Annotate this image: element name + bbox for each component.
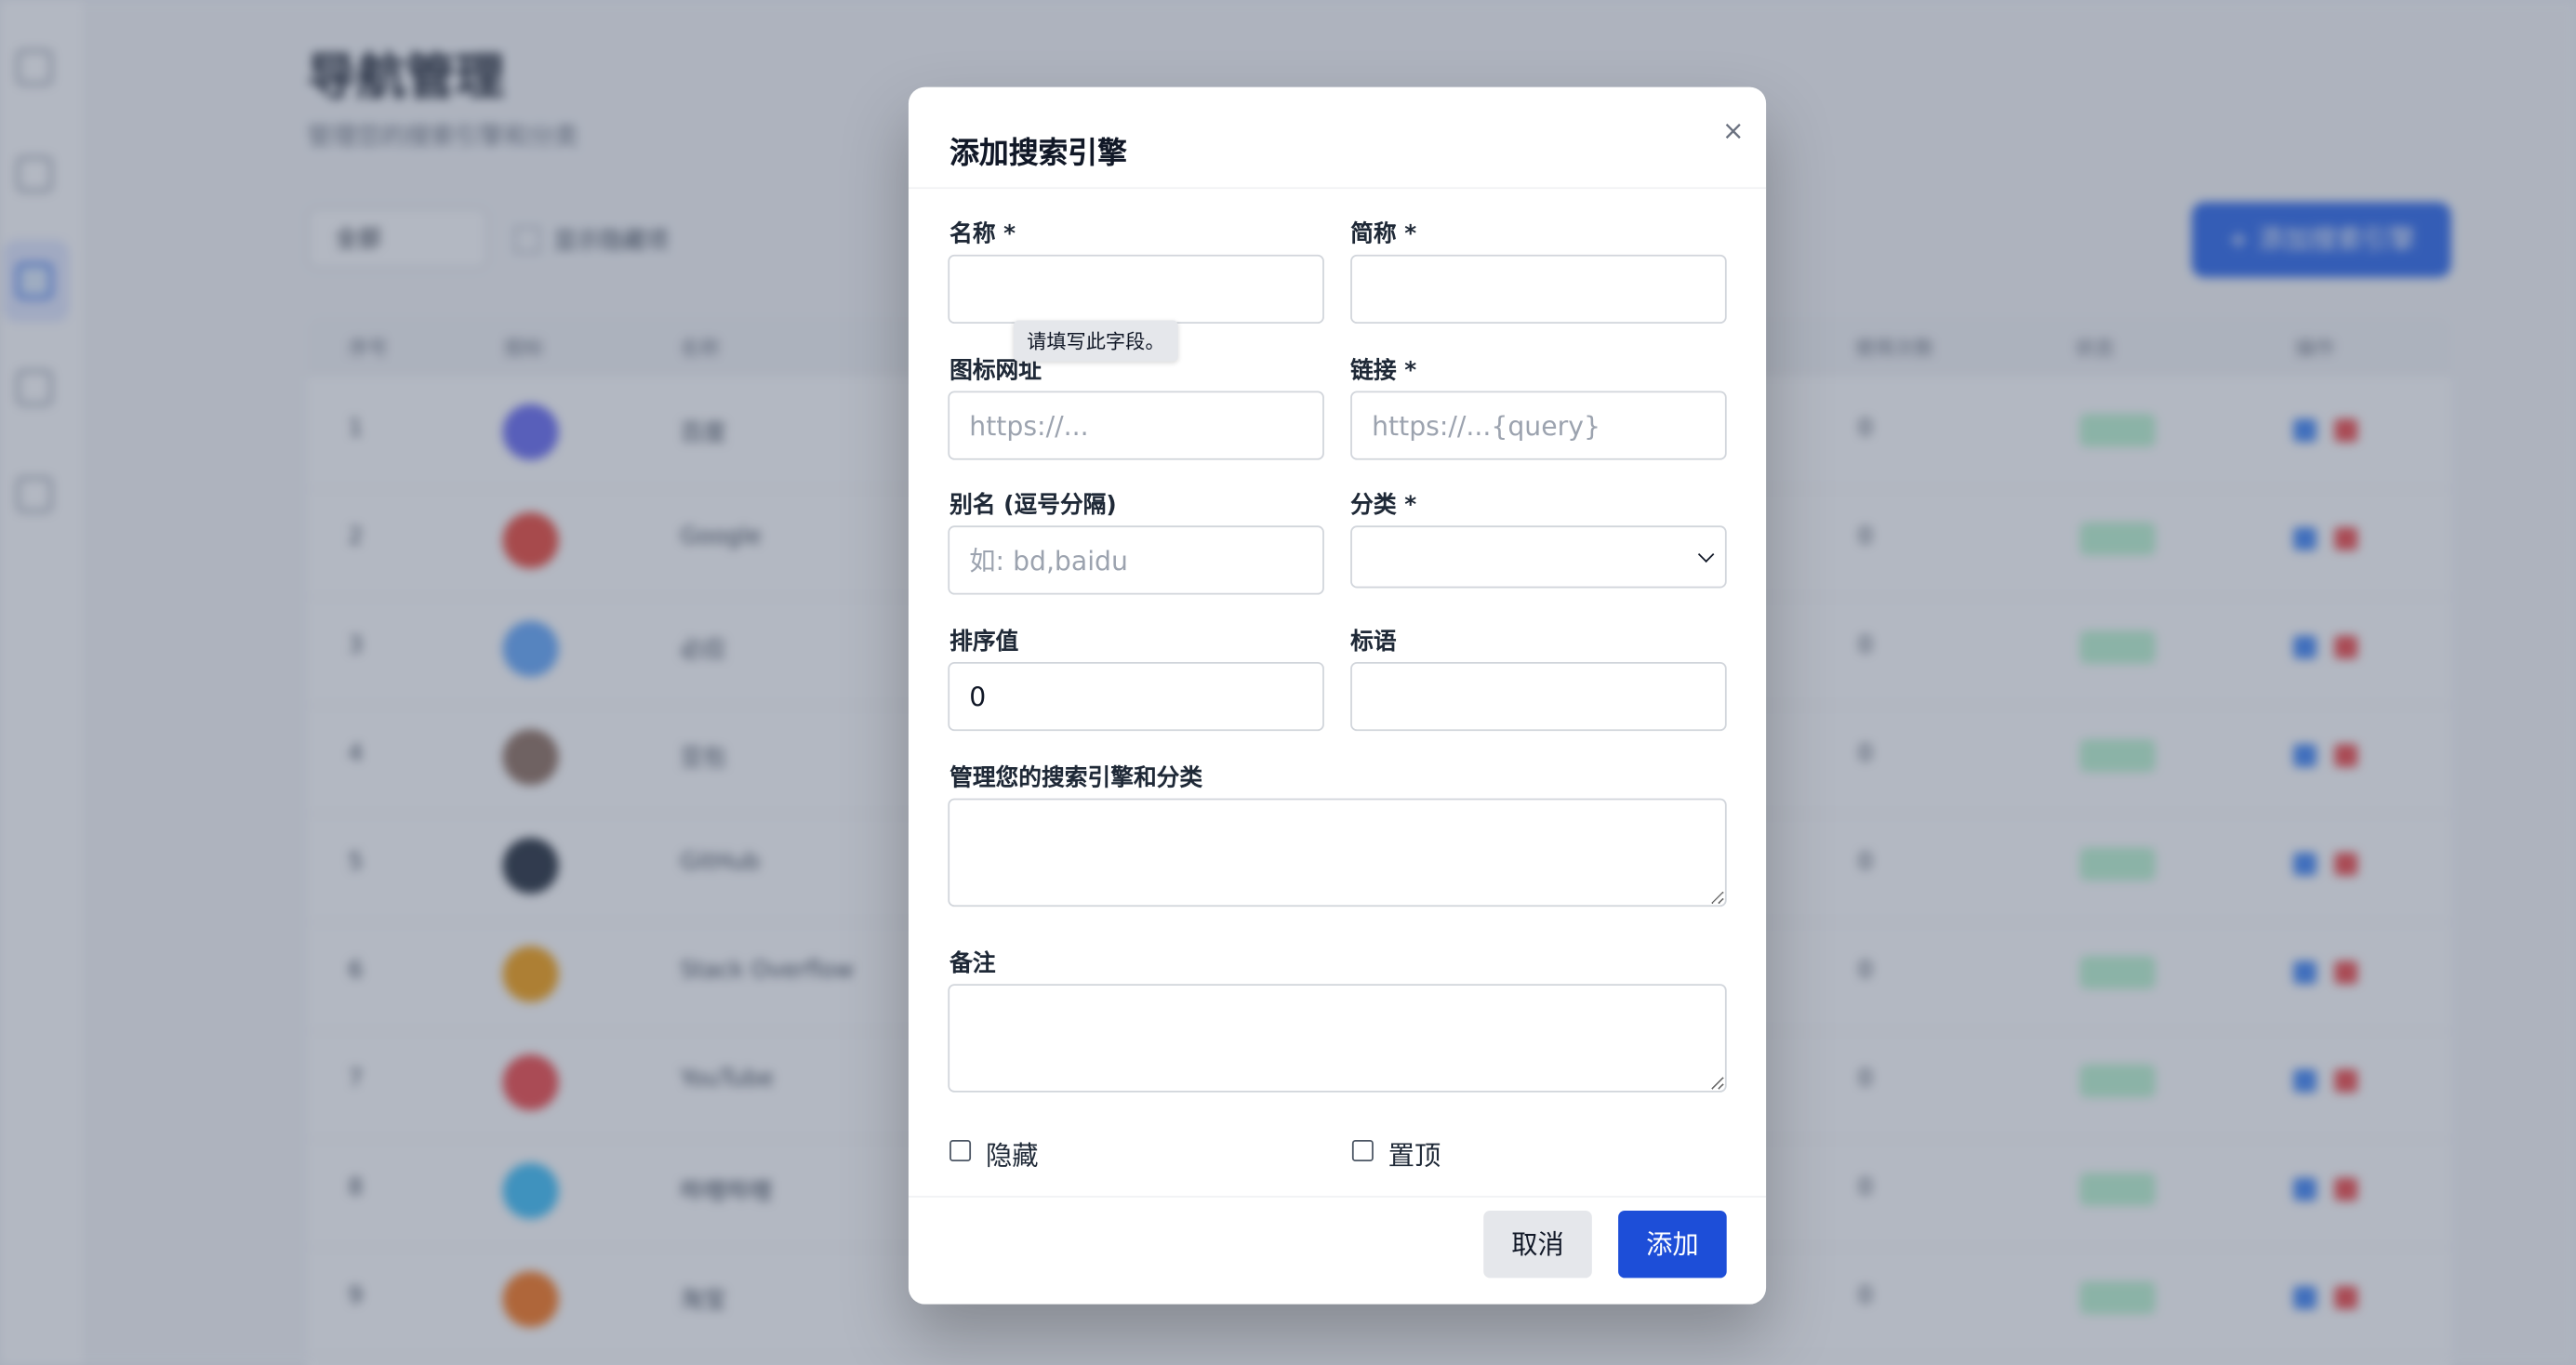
close-icon[interactable]: × bbox=[1719, 116, 1748, 146]
notes-textarea[interactable] bbox=[948, 984, 1727, 1093]
slogan-input[interactable] bbox=[1350, 661, 1727, 732]
header-divider bbox=[908, 187, 1767, 190]
icon-url-input[interactable] bbox=[948, 391, 1324, 460]
footer-divider bbox=[908, 1196, 1767, 1198]
slogan-label: 标语 bbox=[1350, 629, 1397, 656]
link-input[interactable] bbox=[1350, 391, 1727, 460]
pinned-checkbox[interactable] bbox=[1351, 1140, 1374, 1161]
name-input[interactable] bbox=[948, 254, 1324, 325]
dialog-title: 添加搜索引擎 bbox=[949, 136, 1127, 171]
cancel-button[interactable]: 取消 bbox=[1483, 1210, 1592, 1279]
pinned-label: 置顶 bbox=[1388, 1140, 1441, 1172]
category-label: 分类 * bbox=[1350, 492, 1417, 520]
sort-input[interactable] bbox=[948, 661, 1324, 732]
alias-input[interactable] bbox=[948, 525, 1324, 595]
add-button[interactable]: 添加 bbox=[1618, 1210, 1727, 1279]
category-select[interactable] bbox=[1350, 525, 1727, 589]
sort-label: 排序值 bbox=[949, 629, 1019, 656]
alias-label: 别名 (逗号分隔) bbox=[949, 492, 1117, 520]
short-name-input[interactable] bbox=[1350, 254, 1727, 325]
add-engine-dialog: 添加搜索引擎 × 名称 * 简称 * 图标网址 链接 * 别名 (逗号分隔) 分… bbox=[908, 86, 1767, 1305]
hidden-checkbox[interactable] bbox=[949, 1140, 972, 1161]
notes-label: 备注 bbox=[949, 950, 996, 978]
description-textarea[interactable] bbox=[948, 798, 1727, 908]
description-label: 管理您的搜索引擎和分类 bbox=[949, 765, 1203, 792]
name-label: 名称 * bbox=[949, 221, 1016, 248]
validation-tooltip: 请填写此字段。 bbox=[1013, 320, 1178, 362]
link-label: 链接 * bbox=[1350, 358, 1417, 385]
short-name-label: 简称 * bbox=[1350, 221, 1417, 248]
hidden-label: 隐藏 bbox=[985, 1140, 1039, 1172]
